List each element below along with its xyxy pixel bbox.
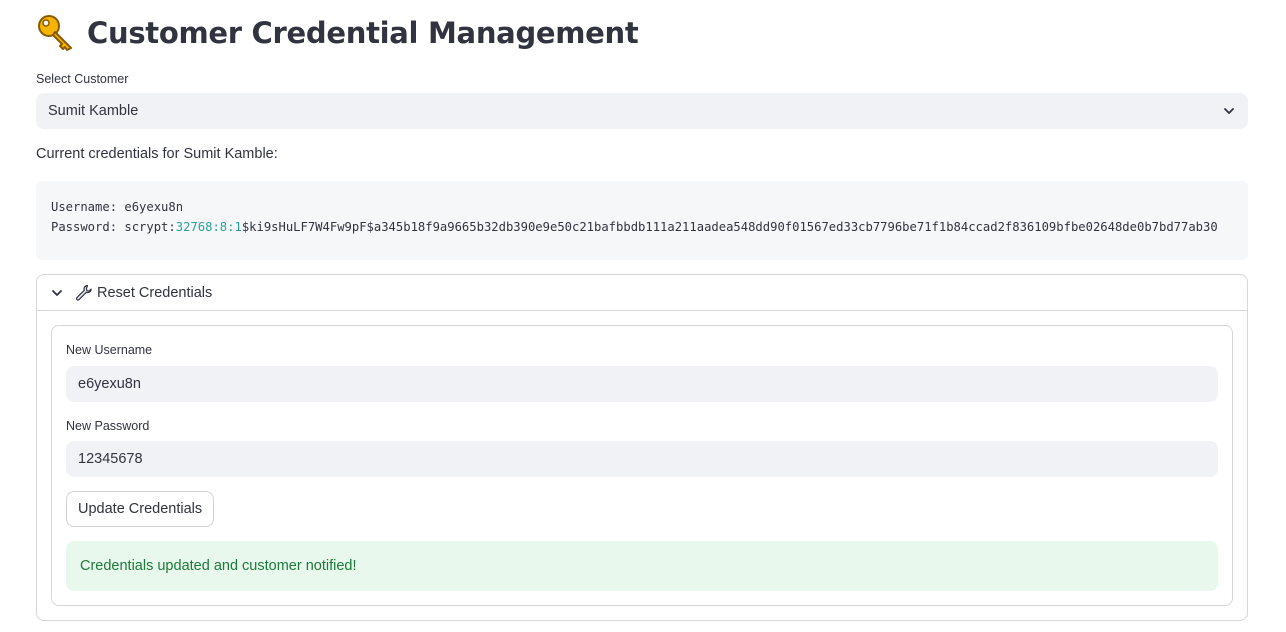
credentials-code-block: Username: e6yexu8n Password: scrypt:32768… (36, 181, 1248, 260)
chevron-down-icon (52, 289, 62, 296)
page-title: Customer Credential Management (87, 16, 639, 50)
password-sep1: : (212, 220, 220, 234)
password-line: Password: scrypt:32768:8:1$ki9sHuLF7W4Fw… (51, 217, 1233, 237)
username-key: Username: (51, 200, 125, 214)
success-message: Credentials updated and customer notifie… (80, 558, 357, 574)
wrench-icon (76, 284, 92, 301)
password-hash: $ki9sHuLF7W4Fw9pF$a345b18f9a9665b32db390… (241, 220, 1218, 234)
new-password-input[interactable] (66, 441, 1218, 477)
password-n: 32768 (175, 220, 213, 234)
chevron-down-icon (1224, 108, 1234, 114)
page-header: Customer Credential Management (36, 12, 639, 54)
username-line: Username: e6yexu8n (51, 197, 1233, 217)
customer-select[interactable]: Sumit Kamble (36, 93, 1248, 129)
username-value: e6yexu8n (124, 200, 184, 214)
password-key: Password: (51, 220, 125, 234)
expander-header[interactable]: Reset Credentials (37, 275, 1247, 311)
select-customer-label: Select Customer (36, 72, 129, 86)
expander-label: Reset Credentials (97, 284, 213, 301)
password-p: 1 (234, 220, 242, 234)
reset-credentials-expander: Reset Credentials New Username New Passw… (36, 274, 1248, 621)
current-credentials-heading: Current credentials for Sumit Kamble: (36, 146, 278, 162)
customer-select-value: Sumit Kamble (48, 103, 139, 119)
password-prefix: scrypt: (124, 220, 176, 234)
new-username-input[interactable] (66, 366, 1218, 402)
page: Customer Credential Management Select Cu… (0, 0, 1286, 632)
new-username-label: New Username (66, 343, 153, 357)
key-icon (38, 15, 72, 51)
new-password-label: New Password (66, 419, 150, 433)
update-credentials-button[interactable]: Update Credentials (66, 491, 215, 527)
success-alert: Credentials updated and customer notifie… (66, 541, 1218, 591)
reset-form: New Username New Password Update Credent… (51, 325, 1233, 606)
